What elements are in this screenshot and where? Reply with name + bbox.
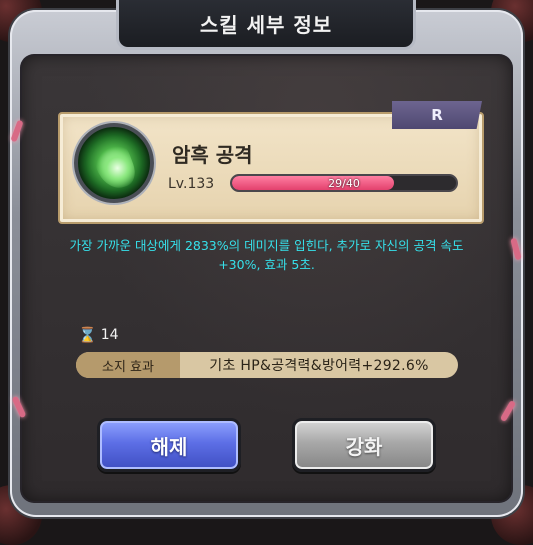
cooldown-value: 14 [100,327,119,343]
passive-effect-row: 소지 효과 기초 HP&공격력&방어력+292.6% [76,352,458,378]
window-title: 스킬 세부 정보 [116,0,416,50]
progress-text: 29/40 [328,176,360,190]
hourglass-icon: ⌛ [78,326,97,344]
skill-name: 암흑 공격 [172,143,253,167]
skill-level: Lv.133 [168,176,215,192]
dark-attack-skill-icon [74,123,154,203]
upgrade-button[interactable]: 강화 [292,418,436,472]
rank-badge: R [392,101,482,129]
skill-description: 가장 가까운 대상에게 2833%의 데미지를 입힌다, 추가로 자신의 공격 … [69,238,464,272]
passive-effect-value: 기초 HP&공격력&방어력+292.6% [209,358,429,374]
cooldown: ⌛ 14 [78,326,119,344]
passive-effect-label: 소지 효과 [76,352,180,378]
release-button[interactable]: 해제 [97,418,241,472]
skill-progress-bar: 29/40 [230,174,458,192]
